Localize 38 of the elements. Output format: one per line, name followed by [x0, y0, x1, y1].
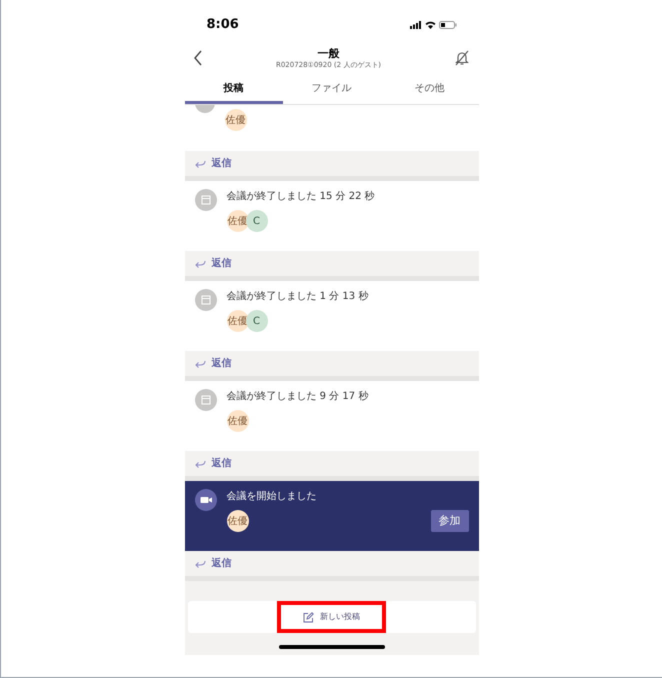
user-avatar: 佐優 [226, 410, 248, 432]
reply-arrow-icon [194, 360, 206, 368]
reply-label: 返信 [212, 356, 232, 371]
join-button[interactable]: 参加 [430, 510, 468, 532]
new-post-button[interactable]: 新しい投稿 [188, 601, 476, 633]
tab[interactable]: ファイル [282, 76, 380, 104]
wifi-icon [424, 21, 436, 29]
calendar-icon [194, 189, 216, 211]
reply-label: 返信 [212, 156, 232, 171]
reply-arrow-icon [194, 260, 206, 268]
tab[interactable]: その他 [380, 76, 478, 104]
back-icon[interactable] [192, 50, 202, 66]
calendar-icon [194, 289, 216, 311]
user-avatar: 佐優 [226, 210, 248, 232]
reply-label: 返信 [212, 456, 232, 471]
meeting-message: 会議が終了しました 1 分 13 秒 [226, 290, 370, 304]
user-avatar: 佐優 [226, 510, 248, 532]
user-avatar: C [246, 310, 268, 332]
calendar-icon [194, 389, 216, 411]
channel-title: 一般 [317, 46, 340, 60]
user-avatar: 佐優 [224, 109, 246, 131]
reply-arrow-icon [194, 160, 206, 168]
reply-arrow-icon [194, 460, 206, 468]
video-camera-icon [194, 489, 216, 511]
meeting-message: 会議が終了しました 15 分 22 秒 [226, 190, 376, 204]
compose-icon [303, 612, 314, 622]
user-avatar: C [246, 210, 268, 232]
reply-arrow-icon [194, 560, 206, 568]
battery-icon [438, 21, 456, 29]
reply-label: 返信 [212, 556, 232, 571]
reply-label: 返信 [212, 256, 232, 271]
muted-bell-icon[interactable] [454, 50, 470, 66]
new-post-label: 新しい投稿 [320, 611, 360, 623]
meeting-message: 会議が終了しました 9 分 17 秒 [226, 390, 370, 404]
status-time: 8:06 [206, 16, 239, 34]
meeting-message: 会議を開始しました [226, 490, 318, 504]
signal-icon [410, 21, 422, 29]
user-avatar: 佐優 [226, 310, 248, 332]
